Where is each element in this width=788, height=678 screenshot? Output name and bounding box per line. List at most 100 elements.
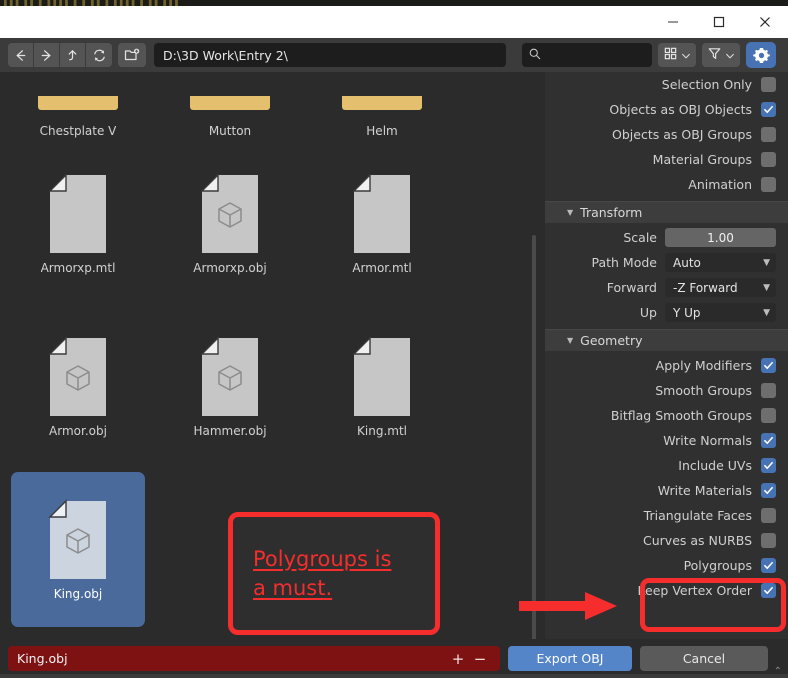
- checkbox[interactable]: [761, 483, 776, 498]
- refresh-icon[interactable]: [86, 43, 112, 67]
- file-thumb-wrap: Mutton: [163, 96, 297, 138]
- option-label: Triangulate Faces: [643, 508, 752, 523]
- obj-file-icon: [196, 335, 264, 418]
- filename-input[interactable]: King.obj + −: [8, 646, 500, 671]
- arrow-left-icon[interactable]: [8, 43, 34, 67]
- grid-view-icon: [663, 46, 678, 65]
- checkbox[interactable]: [761, 152, 776, 167]
- arrow-right-icon[interactable]: [34, 43, 60, 67]
- maximize-icon[interactable]: [696, 6, 742, 38]
- option-bitflag-smooth-groups[interactable]: Bitflag Smooth Groups: [545, 403, 788, 428]
- option-objects-as-obj-objects[interactable]: Objects as OBJ Objects: [545, 97, 788, 122]
- file-item[interactable]: Armor.mtl: [306, 138, 458, 301]
- file-label: Mutton: [208, 124, 252, 138]
- arrow-up-icon[interactable]: [60, 43, 86, 67]
- checkbox[interactable]: [761, 508, 776, 523]
- file-thumb-wrap: Chestplate V: [11, 96, 145, 138]
- option-objects-as-obj-groups[interactable]: Objects as OBJ Groups: [545, 122, 788, 147]
- file-label: Hammer.obj: [193, 423, 267, 438]
- section-header-transform[interactable]: ▼ Transform: [545, 201, 788, 223]
- option-material-groups[interactable]: Material Groups: [545, 147, 788, 172]
- navigation-button-group: [8, 43, 112, 67]
- file-item[interactable]: Armorxp.mtl: [2, 138, 154, 301]
- path-input[interactable]: D:\3D Work\Entry 2\: [154, 43, 506, 67]
- checkbox[interactable]: [761, 177, 776, 192]
- checkbox[interactable]: [761, 77, 776, 92]
- option-include-uvs[interactable]: Include UVs: [545, 453, 788, 478]
- file-label: King.mtl: [357, 423, 407, 438]
- file-item[interactable]: Helm: [306, 72, 458, 138]
- triangle-down-icon: ▼: [567, 336, 574, 345]
- increment-button[interactable]: +: [447, 650, 469, 668]
- file-item-selected[interactable]: King.obj: [2, 464, 154, 627]
- annotation-callout-box: Polygroups is a must.: [228, 512, 440, 635]
- filename-value: King.obj: [17, 651, 68, 666]
- checkbox[interactable]: [761, 458, 776, 473]
- section-title: Geometry: [580, 333, 643, 348]
- checkbox[interactable]: [761, 533, 776, 548]
- footer-edge: [0, 674, 788, 678]
- file-item[interactable]: Chestplate V: [2, 72, 154, 138]
- option-label: Include UVs: [678, 458, 752, 473]
- file-item[interactable]: King.mtl: [306, 301, 458, 464]
- field-scale[interactable]: Scale 1.00: [545, 225, 788, 250]
- checkbox[interactable]: [761, 408, 776, 423]
- display-mode-dropdown[interactable]: [658, 43, 696, 67]
- file-browser-scrollbar[interactable]: [532, 235, 536, 639]
- file-thumb-wrap: Armor.mtl: [315, 146, 449, 301]
- cancel-button[interactable]: Cancel: [640, 646, 768, 671]
- option-write-normals[interactable]: Write Normals: [545, 428, 788, 453]
- file-browser-toolbar: D:\3D Work\Entry 2\: [0, 38, 788, 72]
- export-options-panel: Selection Only Objects as OBJ Objects Ob…: [545, 72, 788, 639]
- file-item[interactable]: Armor.obj: [2, 301, 154, 464]
- option-smooth-groups[interactable]: Smooth Groups: [545, 378, 788, 403]
- checkbox[interactable]: [761, 583, 776, 598]
- decrement-button[interactable]: −: [469, 650, 491, 668]
- field-label: Up: [639, 305, 657, 320]
- option-selection-only[interactable]: Selection Only: [545, 72, 788, 97]
- option-curves-as-nurbs[interactable]: Curves as NURBS: [545, 528, 788, 553]
- mtl-file-icon: [44, 172, 112, 255]
- option-label: Animation: [688, 177, 752, 192]
- checkbox[interactable]: [761, 102, 776, 117]
- checkbox[interactable]: [761, 358, 776, 373]
- option-label: Selection Only: [661, 77, 752, 92]
- scale-value-input[interactable]: 1.00: [665, 228, 776, 247]
- export-obj-button[interactable]: Export OBJ: [508, 646, 632, 671]
- filter-dropdown[interactable]: [702, 43, 740, 67]
- close-icon[interactable]: [742, 6, 788, 38]
- annotation-line-2: a must.: [253, 575, 333, 600]
- option-write-materials[interactable]: Write Materials: [545, 478, 788, 503]
- new-folder-icon[interactable]: [118, 43, 146, 67]
- file-item[interactable]: Mutton: [154, 72, 306, 138]
- field-up[interactable]: Up Y Up ▼: [545, 300, 788, 325]
- gear-icon[interactable]: [746, 42, 776, 68]
- option-animation[interactable]: Animation: [545, 172, 788, 197]
- mtl-file-icon: [348, 172, 416, 255]
- forward-select[interactable]: -Z Forward ▼: [665, 278, 776, 297]
- up-select[interactable]: Y Up ▼: [665, 303, 776, 322]
- checkbox[interactable]: [761, 383, 776, 398]
- resize-caret-icon[interactable]: ⌃: [774, 666, 782, 677]
- field-path-mode[interactable]: Path Mode Auto ▼: [545, 250, 788, 275]
- file-label: Armor.mtl: [352, 260, 412, 275]
- section-header-geometry[interactable]: ▼ Geometry: [545, 329, 788, 351]
- checkbox[interactable]: [761, 433, 776, 448]
- option-polygroups[interactable]: Polygroups: [545, 553, 788, 578]
- option-label: Material Groups: [652, 152, 752, 167]
- option-triangulate-faces[interactable]: Triangulate Faces: [545, 503, 788, 528]
- search-input[interactable]: [522, 43, 652, 67]
- checkbox[interactable]: [761, 558, 776, 573]
- folder-icon: [190, 96, 270, 110]
- minimize-icon[interactable]: [650, 6, 696, 38]
- folder-icon: [342, 96, 422, 110]
- checkbox[interactable]: [761, 127, 776, 142]
- path-mode-select[interactable]: Auto ▼: [665, 253, 776, 272]
- file-thumb-wrap: Armor.obj: [11, 309, 145, 464]
- file-item[interactable]: Armorxp.obj: [154, 138, 306, 301]
- option-apply-modifiers[interactable]: Apply Modifiers: [545, 353, 788, 378]
- file-item[interactable]: Hammer.obj: [154, 301, 306, 464]
- field-forward[interactable]: Forward -Z Forward ▼: [545, 275, 788, 300]
- file-thumb-wrap: King.obj: [11, 472, 145, 627]
- file-label: Armor.obj: [49, 423, 107, 438]
